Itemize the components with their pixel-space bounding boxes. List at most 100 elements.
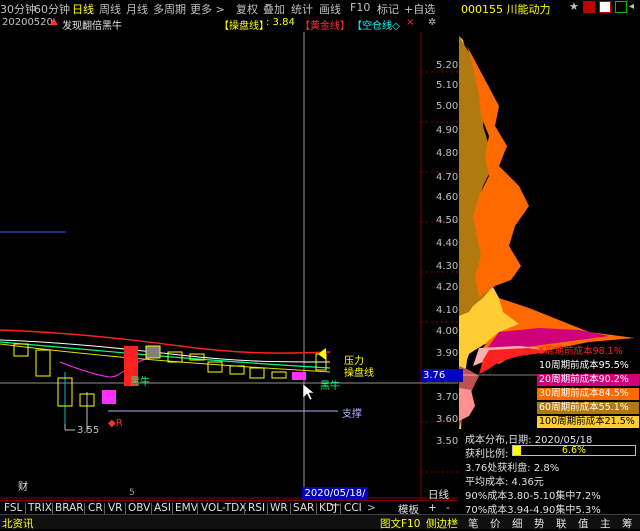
distribution-date: 成本分布,日期: 2020/05/18 — [465, 435, 593, 446]
tab-30min[interactable]: 30分钟 — [0, 1, 36, 17]
stock-header: 000155 川能动力 ★ ◂ — [459, 0, 640, 17]
tab-emv[interactable]: EMV — [175, 502, 198, 514]
op-line-label: 【操盘线】 — [219, 21, 269, 32]
flag-icon[interactable] — [583, 1, 595, 13]
price-tick: 4.10 — [436, 305, 459, 316]
stock-code-name[interactable]: 000155 川能动力 — [461, 1, 551, 17]
chip-layer-tail-light — [459, 388, 475, 421]
tab-sar[interactable]: SAR — [293, 502, 314, 514]
tab-brar[interactable]: BRAR — [55, 502, 84, 514]
price-tick: 4.40 — [436, 238, 459, 249]
right-daily-tab[interactable]: 日线 — [428, 487, 449, 502]
bottom-tab-lian[interactable]: 联 — [556, 516, 567, 531]
tab-obv[interactable]: OBV — [128, 502, 150, 514]
cost-legend-20: 20周期前成本90.2% — [537, 374, 639, 386]
overlay-button[interactable]: 叠加 — [263, 1, 285, 17]
close-icon[interactable]: × — [406, 17, 414, 28]
f10-text-link[interactable]: 图文F10 — [380, 516, 420, 531]
cost-legend-60: 60周期前成本55.1% — [537, 402, 639, 414]
current-price-box: 3.76 — [421, 369, 463, 382]
tab-cr[interactable]: CR — [88, 502, 103, 514]
r-marker-label: ◆R — [108, 418, 123, 429]
empty-line-label: 【空仓线◇ — [352, 21, 400, 32]
cost-legend-label: 5周期前成本98.1% — [539, 346, 623, 357]
tab-asi[interactable]: ASI — [154, 502, 171, 514]
price-tick: 5.00 — [436, 101, 459, 112]
profit-ratio-label: 获利比例: — [465, 449, 509, 460]
profit-ratio-bar: 6.6% — [512, 445, 636, 456]
cost-90: 90%成本3.80-5.10集中7.2% — [465, 491, 601, 502]
cost-legend-label: 20周期前成本90.2% — [539, 374, 629, 385]
formula-name[interactable]: 发现翻倍黑牛 — [62, 17, 122, 32]
bottom-tab-shi[interactable]: 势 — [534, 516, 545, 531]
statistics-button[interactable]: 统计 — [291, 1, 313, 17]
tab-vol-tdx[interactable]: VOL-TDX — [201, 502, 246, 514]
indicator-tabs: FSL TRIX BRAR CR VR OBV ASI EMV VOL-TDX … — [0, 500, 458, 516]
chart-header: 20200520 ▲ 发现翻倍黑牛 【操盘线】 : 3.84 【黄金线】 【空仓… — [0, 16, 458, 32]
support-label: 支撑 — [342, 409, 362, 420]
low-price-label: 3.55 — [77, 425, 100, 436]
f-icon[interactable] — [599, 1, 611, 13]
chart-date: 20200520 — [2, 17, 53, 28]
tab-rsi[interactable]: RSI — [248, 502, 265, 514]
tab-monthly[interactable]: 月线 — [126, 1, 148, 17]
cost-legend-label: 10周期前成本95.5% — [539, 360, 629, 371]
bottom-tab-chou[interactable]: 筹 — [622, 516, 633, 531]
tab-60min[interactable]: 60分钟 — [34, 1, 70, 17]
cost-legend-label: 100周期前成本21.5% — [539, 416, 635, 427]
news-link[interactable]: 北资讯 — [2, 516, 34, 531]
average-cost: 平均成本: 4.36元 — [465, 477, 544, 488]
black-bull-label-2: 黑牛 — [320, 381, 340, 392]
mark-button[interactable]: 标记 — [377, 1, 399, 17]
bottom-tab-zhu[interactable]: 主 — [600, 516, 611, 531]
grid-icon[interactable] — [615, 1, 627, 13]
star-icon[interactable]: ★ — [569, 0, 579, 13]
restore-rights-button[interactable]: 复权 — [236, 1, 258, 17]
f10-button[interactable]: F10 — [350, 1, 370, 14]
draw-line-button[interactable]: 画线 — [319, 1, 341, 17]
price-tick: 5.10 — [436, 80, 459, 91]
yellow-line-label: 【黄金线】 — [300, 21, 350, 32]
tab-daily[interactable]: 日线 — [72, 1, 94, 17]
mouse-cursor-icon — [302, 383, 315, 401]
black-bull-label-1: 黑牛 — [130, 377, 150, 388]
axis-tick-five: 5 — [129, 488, 135, 498]
price-tick: 4.20 — [436, 282, 459, 293]
add-watchlist-button[interactable]: +自选 — [404, 1, 435, 17]
tab-wr[interactable]: WR — [270, 502, 288, 514]
zoom-out-button[interactable]: - — [446, 502, 450, 514]
kline-chart[interactable] — [0, 32, 458, 500]
tab-fsl[interactable]: FSL — [4, 502, 22, 514]
tab-multi-period[interactable]: 多周期 — [153, 1, 186, 17]
pressure-arrow-icon — [318, 348, 326, 360]
price-tick: 3.70 — [436, 392, 459, 403]
tab-kdj[interactable]: KDJ — [319, 502, 337, 514]
price-tick: 5.20 — [436, 60, 459, 71]
bottom-tab-xi[interactable]: 细 — [512, 516, 523, 531]
price-tick: 4.80 — [436, 148, 459, 159]
tab-trix[interactable]: TRIX — [28, 502, 52, 514]
tab-weekly[interactable]: 周线 — [99, 1, 121, 17]
profit-at-price: 3.76处获利盘: 2.8% — [465, 463, 560, 474]
bottom-tab-zhi[interactable]: 值 — [578, 516, 589, 531]
tabs-scroll-right-icon[interactable]: > — [367, 502, 376, 514]
tab-cci[interactable]: CCI — [344, 502, 362, 514]
profit-ratio-value: 6.6% — [561, 445, 587, 456]
sidebar-arrow-icon[interactable]: « — [452, 516, 458, 528]
cost-legend-label: 30周期前成本84.5% — [539, 388, 629, 399]
date-readout: 2020/05/18/一 — [302, 487, 368, 512]
zoom-in-button[interactable]: + — [428, 502, 437, 514]
caret-up-icon: ▲ — [50, 16, 58, 27]
price-tick: 4.90 — [436, 125, 459, 136]
tab-more[interactable]: 更多 > — [190, 1, 225, 17]
price-tick: 4.60 — [436, 192, 459, 203]
price-tick: 4.70 — [436, 172, 459, 183]
price-tick: 4.00 — [436, 326, 459, 337]
settings-icon[interactable]: ✲ — [428, 17, 436, 28]
panel-close-icon[interactable]: ◂ — [629, 1, 634, 12]
bottom-tab-jia[interactable]: 价 — [490, 516, 501, 531]
bottom-tab-bi[interactable]: 笔 — [468, 516, 479, 531]
tab-vr[interactable]: VR — [108, 502, 122, 514]
period-toolbar: 30分钟 60分钟 日线 周线 月线 多周期 更多 > 复权 叠加 统计 画线 … — [0, 0, 458, 17]
cost-legend-5: 5周期前成本98.1% — [537, 346, 639, 358]
